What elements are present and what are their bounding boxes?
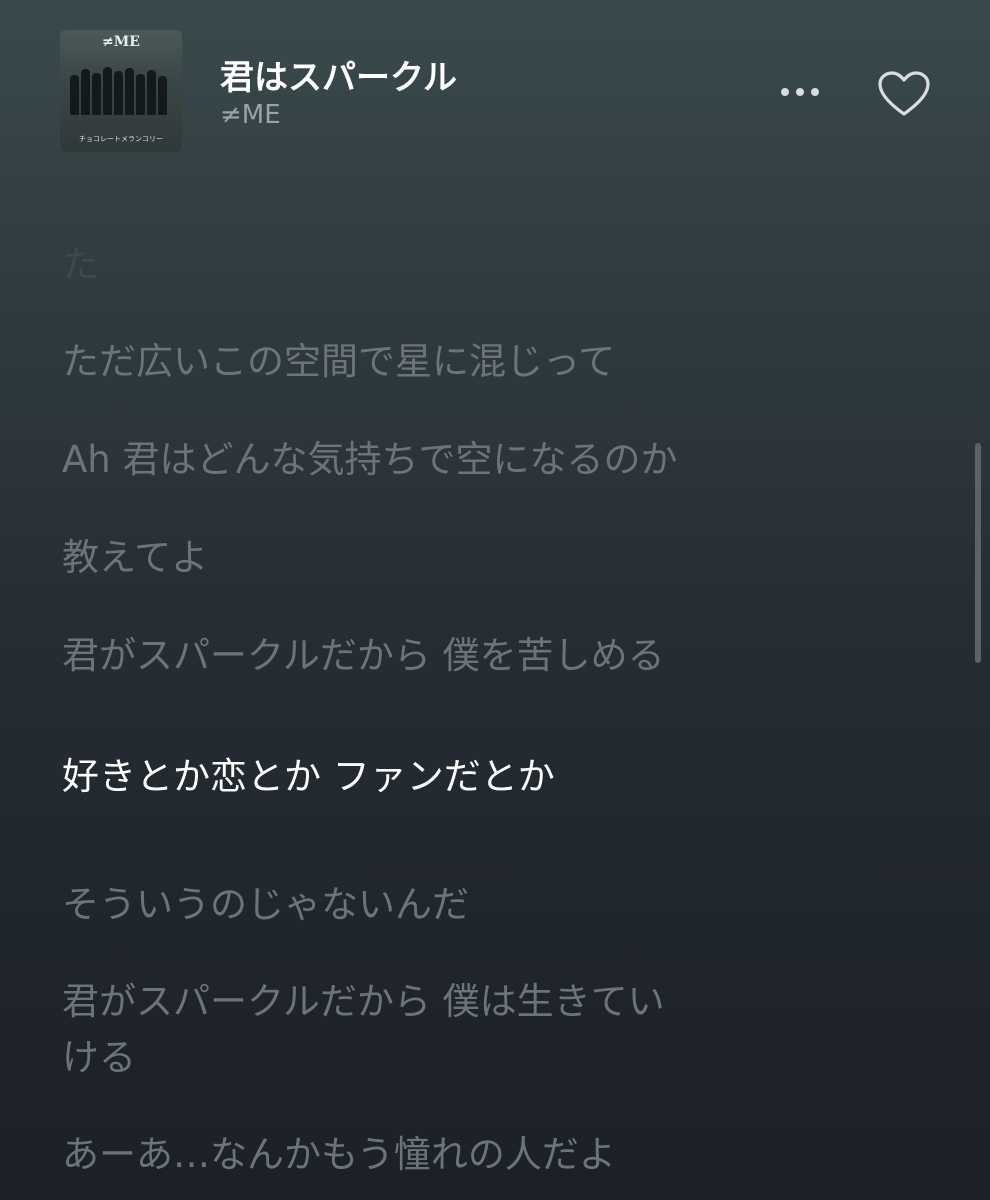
lyric-line[interactable]: ただ広いこの空間で星に混じって: [62, 337, 615, 387]
album-art-title: ≠ME: [102, 34, 140, 50]
heart-outline-icon: [878, 71, 930, 116]
lyric-line[interactable]: 君がスパークルだから 僕を苦しめる: [62, 631, 665, 681]
now-playing-header: ≠ME チョコレートメランコリー 君はスパークル ≠ME: [0, 0, 990, 180]
more-options-button[interactable]: [770, 72, 830, 112]
lyric-line[interactable]: 君がスパークルだから 僕は生きてい: [62, 977, 665, 1027]
scrollbar[interactable]: [975, 443, 981, 663]
lyric-line-active[interactable]: 好きとか恋とか ファンだとか: [62, 752, 555, 802]
lyric-line[interactable]: ける: [62, 1033, 136, 1083]
album-art-subtitle: チョコレートメランコリー: [79, 135, 163, 143]
lyric-line[interactable]: あーあ…なんかもう憧れの人だよ: [62, 1130, 616, 1180]
lyric-line[interactable]: Ah 君はどんな気持ちで空になるのか: [62, 435, 678, 485]
album-art[interactable]: ≠ME チョコレートメランコリー: [60, 30, 182, 152]
artist-name[interactable]: ≠ME: [220, 100, 281, 130]
more-horizontal-icon: [781, 88, 789, 96]
favorite-button[interactable]: [876, 70, 932, 120]
lyric-line[interactable]: た: [62, 240, 99, 290]
lyric-line[interactable]: 教えてよ: [62, 533, 208, 583]
song-title: 君はスパークル: [220, 58, 457, 98]
lyric-line[interactable]: そういうのじゃないんだ: [62, 880, 469, 930]
album-art-figures: [68, 60, 174, 115]
